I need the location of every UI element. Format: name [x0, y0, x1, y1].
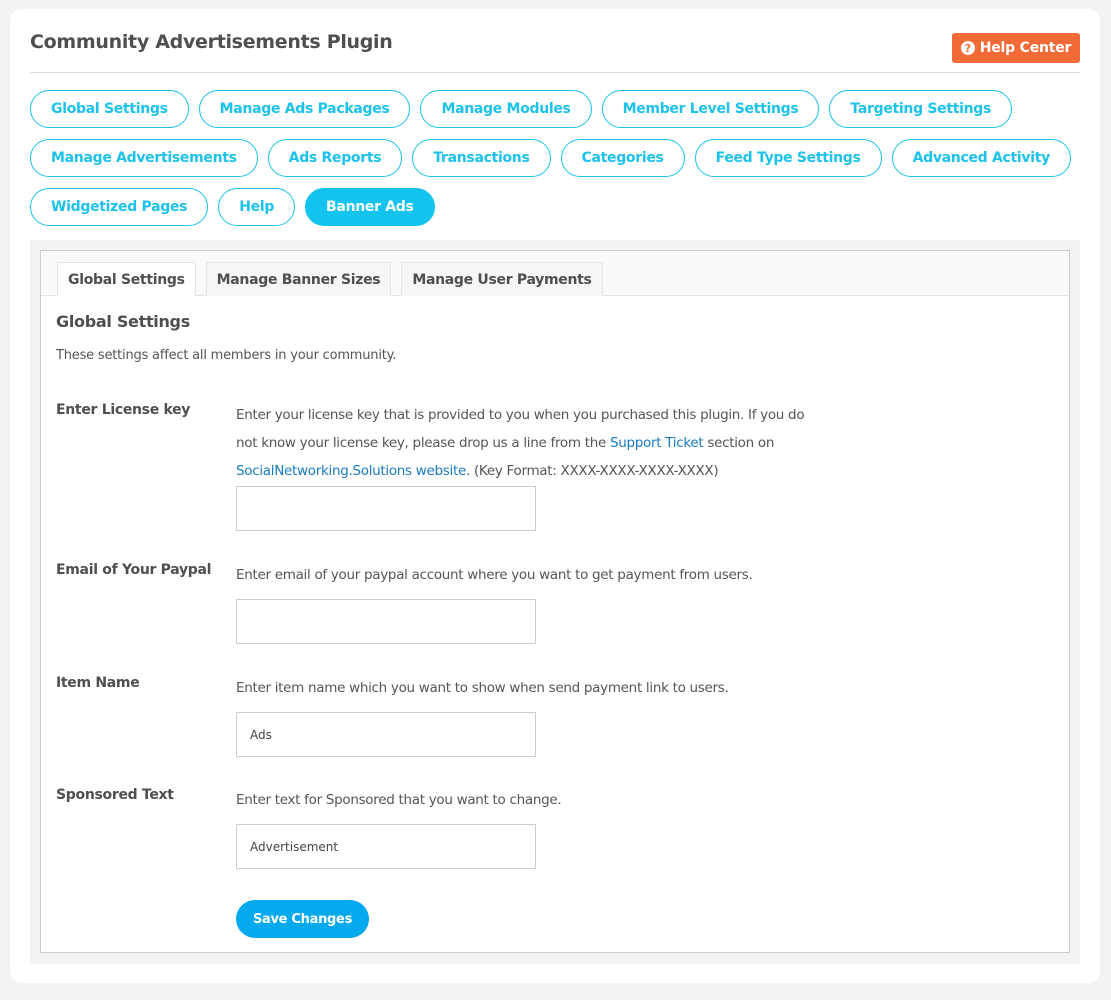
nav-widgetized-pages[interactable]: Widgetized Pages [30, 188, 209, 226]
nav-ads-reports[interactable]: Ads Reports [267, 139, 403, 177]
nav-manage-modules[interactable]: Manage Modules [420, 90, 592, 128]
nav-row: Manage Advertisements Ads Reports Transa… [30, 139, 1090, 177]
question-circle-icon: ? [960, 41, 975, 55]
content-wrapper: Global Settings Manage Banner Sizes Mana… [30, 240, 1080, 964]
nav-advanced-activity[interactable]: Advanced Activity [891, 139, 1071, 177]
page-title: Community Advertisements Plugin [30, 31, 393, 53]
section-description: These settings affect all members in you… [56, 348, 397, 363]
save-changes-button[interactable]: Save Changes [236, 900, 369, 938]
paypal-email-label: Email of Your Paypal [56, 562, 212, 578]
item-name-description: Enter item name which you want to show w… [236, 680, 729, 696]
help-center-label: Help Center [979, 40, 1072, 56]
nav-manage-advertisements[interactable]: Manage Advertisements [30, 139, 258, 177]
license-key-input[interactable] [236, 486, 536, 531]
nav-categories[interactable]: Categories [560, 139, 685, 177]
paypal-email-input[interactable] [236, 599, 536, 644]
item-name-label: Item Name [56, 675, 140, 691]
license-desc-text: section on [703, 435, 775, 451]
nav-feed-type-settings[interactable]: Feed Type Settings [694, 139, 882, 177]
nav-global-settings[interactable]: Global Settings [30, 90, 189, 128]
nav-help[interactable]: Help [218, 188, 296, 226]
sponsored-text-input[interactable] [236, 824, 536, 869]
license-key-description: Enter your license key that is provided … [236, 401, 806, 485]
paypal-email-description: Enter email of your paypal account where… [236, 567, 753, 583]
main-card: Community Advertisements Plugin ? Help C… [10, 9, 1100, 983]
sponsored-text-description: Enter text for Sponsored that you want t… [236, 792, 562, 808]
settings-panel: Global Settings Manage Banner Sizes Mana… [40, 250, 1070, 953]
help-center-button[interactable]: ? Help Center [952, 33, 1080, 63]
nav-manage-ads-packages[interactable]: Manage Ads Packages [198, 90, 411, 128]
item-name-input[interactable] [236, 712, 536, 757]
support-ticket-link[interactable]: Support Ticket [610, 435, 704, 451]
nav-member-level-settings[interactable]: Member Level Settings [601, 90, 820, 128]
tab-global-settings[interactable]: Global Settings [57, 262, 196, 297]
tab-manage-banner-sizes[interactable]: Manage Banner Sizes [205, 262, 392, 296]
nav-banner-ads[interactable]: Banner Ads [305, 188, 435, 226]
tab-manage-user-payments[interactable]: Manage User Payments [401, 262, 603, 296]
license-key-label: Enter License key [56, 402, 191, 418]
nav-row: Global Settings Manage Ads Packages Mana… [30, 90, 1090, 128]
section-title: Global Settings [56, 312, 190, 331]
sponsored-text-label: Sponsored Text [56, 787, 174, 803]
header-divider [30, 72, 1080, 73]
tab-strip: Global Settings Manage Banner Sizes Mana… [41, 251, 1069, 297]
website-link[interactable]: SocialNetworking.Solutions website [236, 463, 466, 479]
nav-row: Widgetized Pages Help Banner Ads [30, 188, 1090, 226]
license-desc-text: . (Key Format: XXXX-XXXX-XXXX-XXXX) [465, 463, 719, 479]
nav-transactions[interactable]: Transactions [412, 139, 551, 177]
nav-targeting-settings[interactable]: Targeting Settings [829, 90, 1013, 128]
plugin-nav: Global Settings Manage Ads Packages Mana… [30, 90, 1090, 237]
